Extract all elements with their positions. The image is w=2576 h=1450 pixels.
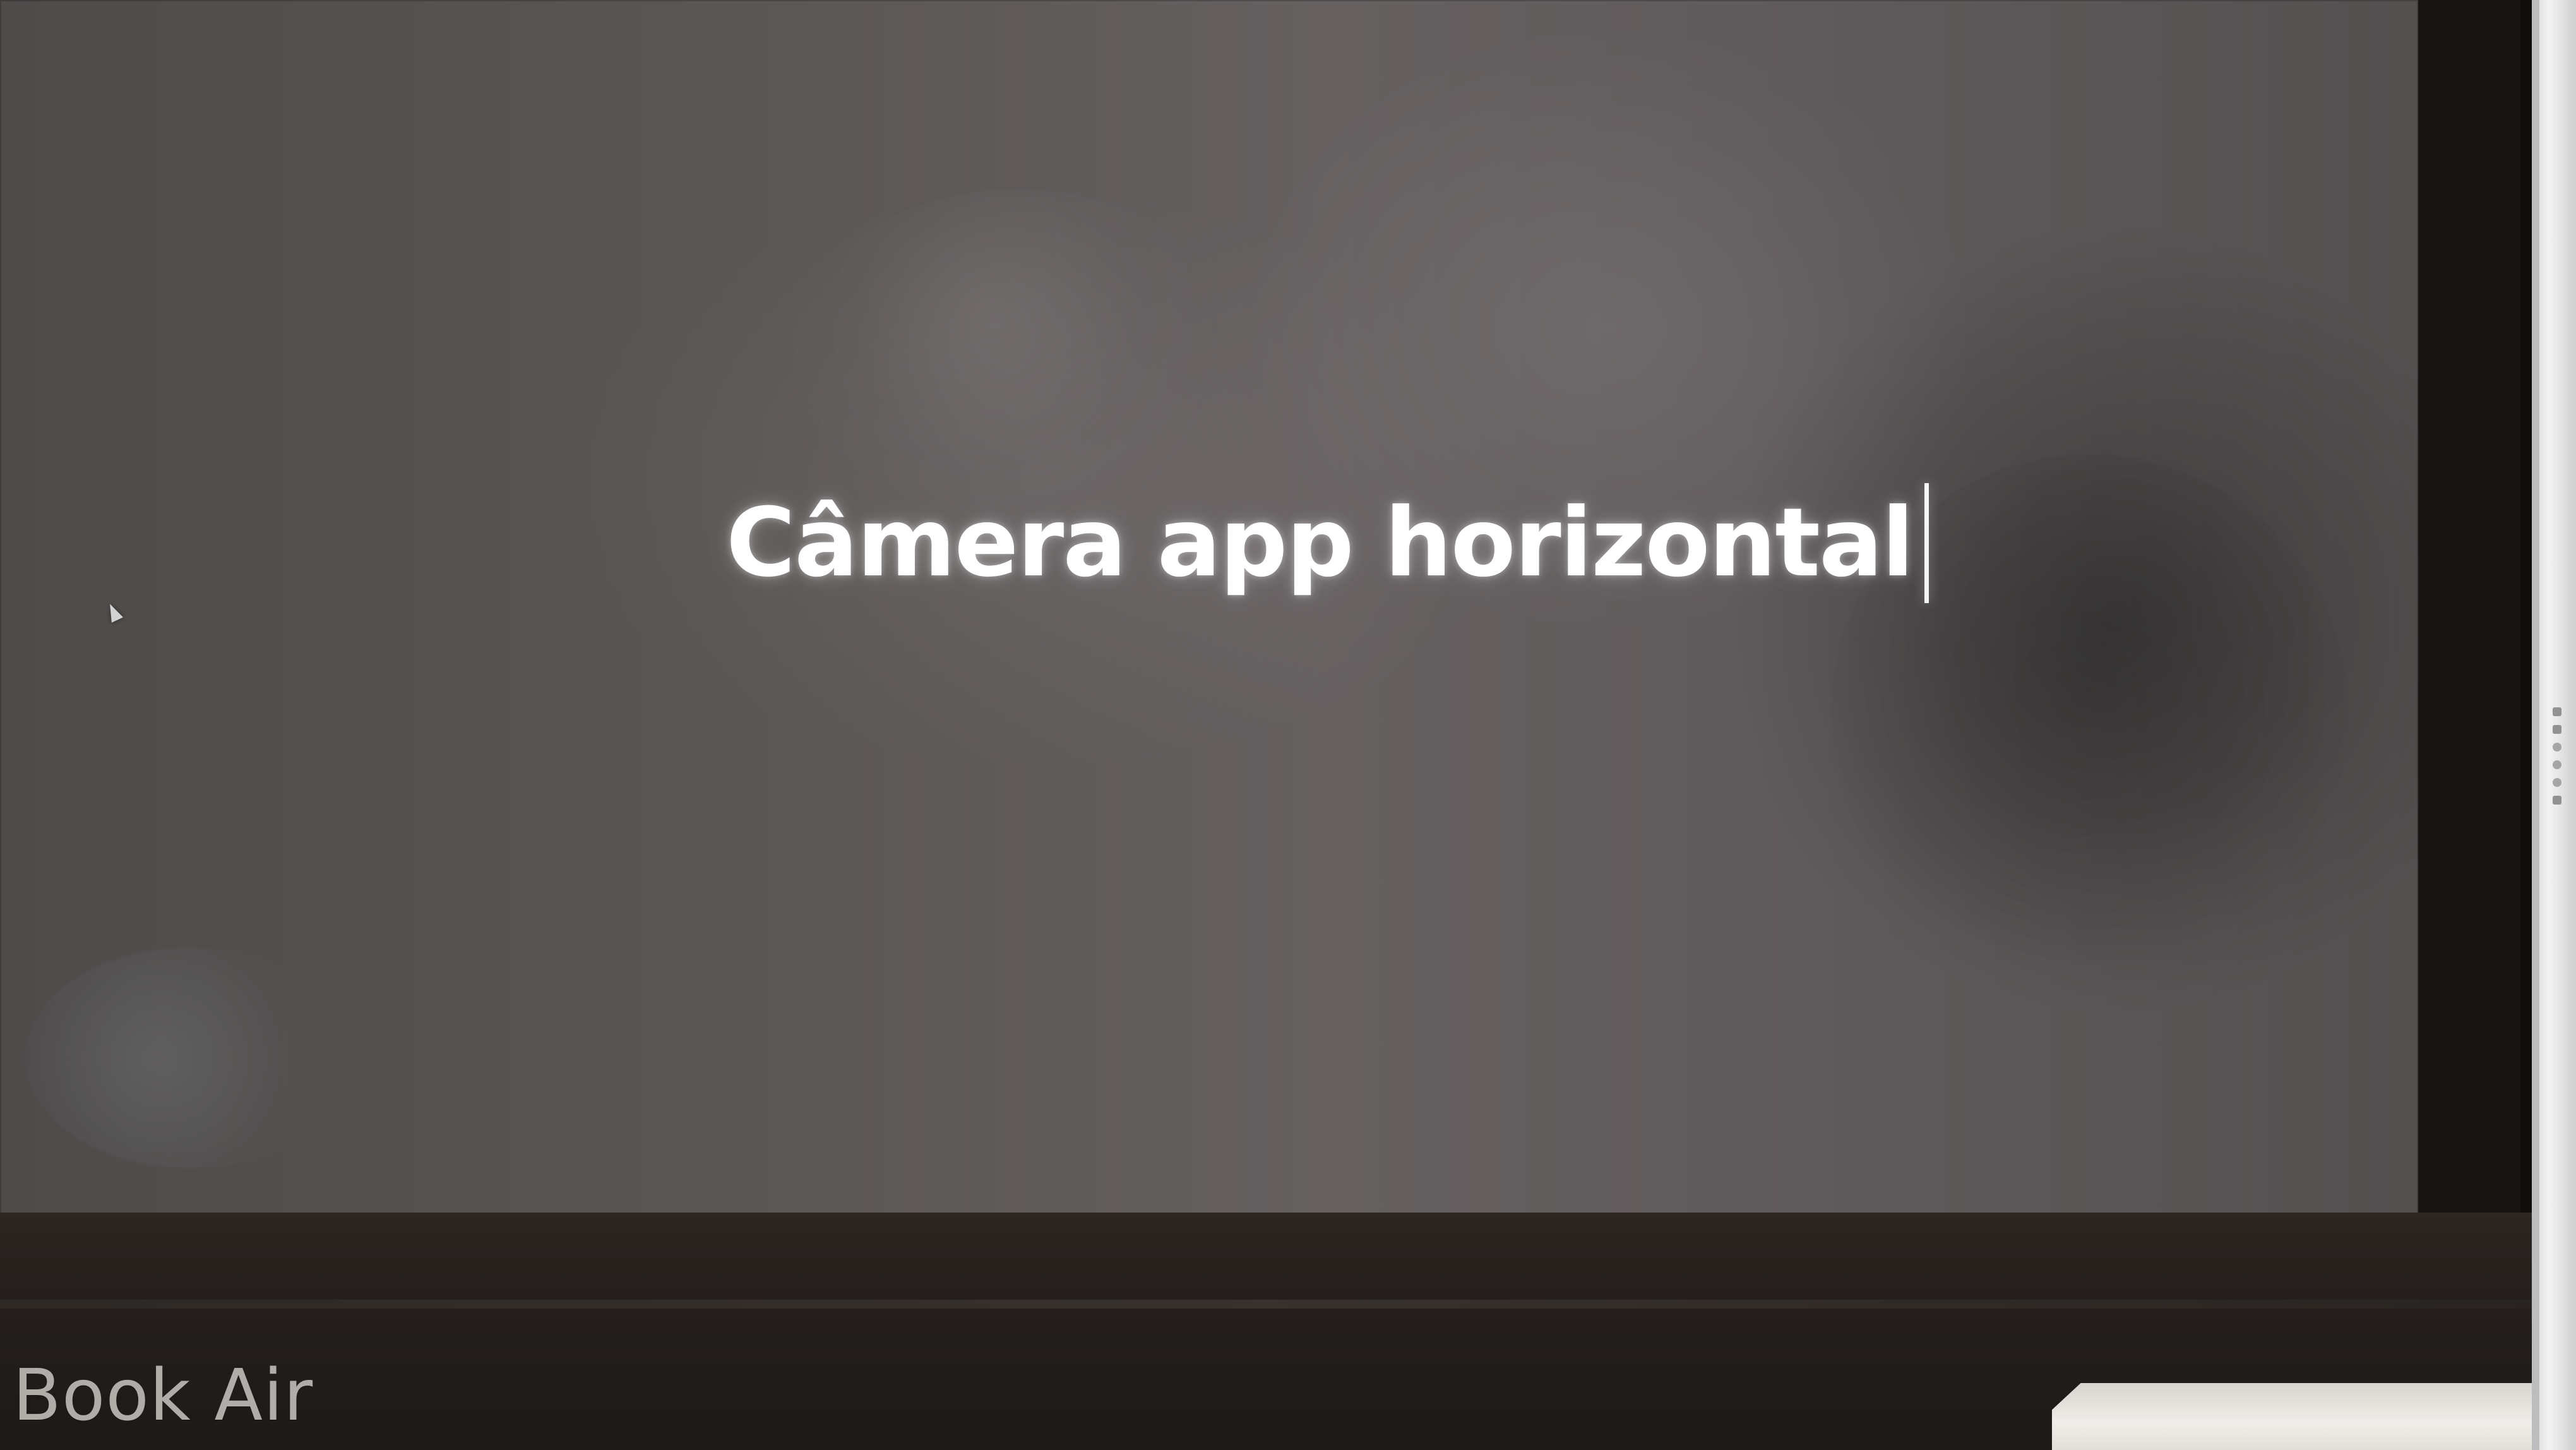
laptop-screen: Câmera app horizontal (0, 0, 2418, 1222)
side-glyph-square-icon (2553, 725, 2561, 734)
text-caret (1924, 483, 1929, 603)
desk-surface (2052, 1383, 2532, 1450)
side-glyph-square-icon (2553, 796, 2561, 805)
side-ui-glyphs-icon (2544, 707, 2570, 973)
side-glyph-dot-icon (2553, 743, 2561, 752)
side-glyph-square-icon (2553, 707, 2561, 716)
laptop: Câmera app horizontal Book Air (0, 0, 2532, 1450)
side-glyph-dot-icon (2553, 760, 2561, 769)
typed-text: Câmera app horizontal (726, 488, 1914, 598)
laptop-hinge-line (0, 1300, 2532, 1309)
screen-reflection-1 (789, 189, 1244, 518)
side-glyph-dot-icon (2553, 778, 2561, 787)
mouse-pointer-icon (104, 601, 123, 623)
typed-text-line: Câmera app horizontal (726, 480, 1929, 606)
screen-reflection-3 (25, 947, 354, 1168)
laptop-brand-text: Book Air (13, 1355, 314, 1437)
photo: Câmera app horizontal Book Air (0, 0, 2576, 1450)
